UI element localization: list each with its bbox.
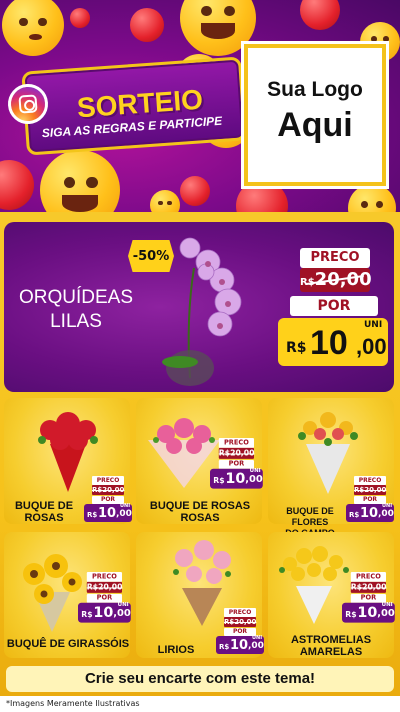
red-balloon-icon — [180, 176, 210, 206]
product-price: PRECO R$20,00 POR R$ 10,00 UNI — [210, 438, 263, 489]
hero-banner: SORTEIO SIGA AS REGRAS E PARTICIPE Sua L… — [0, 0, 400, 222]
old-price: R$20,00 — [300, 268, 372, 292]
price-label: PRECO — [300, 248, 370, 268]
logo-placeholder[interactable]: Sua Logo Aqui — [244, 44, 386, 186]
product-price: PRECO R$20,00 POR R$ 10,00 UNI — [78, 572, 131, 623]
product-price: PRECO R$20,00 POR R$ 10,00 UNI — [84, 476, 132, 522]
product-name: BUQUE DE ROSAS — [14, 500, 74, 524]
product-price: PRECO R$20,00 POR R$ 10,00 UNI — [342, 572, 395, 623]
product-name: BUQUE DE ROSAS ROSAS — [149, 500, 251, 524]
disclaimer-text: *Imagens Meramente Ilustrativas — [6, 699, 140, 708]
new-price: R$ 10 ,00 UNI — [278, 318, 388, 366]
logo-text-line2: Aqui — [277, 106, 353, 144]
product-name: BUQUÊ DE GIRASSÓIS — [6, 638, 130, 650]
create-flyer-button[interactable]: Crie seu encarte com este tema! — [6, 666, 394, 692]
product-name: ASTROMELIAS AMARELAS — [290, 634, 372, 658]
product-name: LIRIOS — [157, 644, 195, 656]
product-price: PRECO R$20,00 POR R$ 10,00 UNI — [346, 476, 394, 522]
product-price: PRECO R$20,00 POR R$ 10,00 UNI — [216, 608, 264, 654]
emoji-kiss-icon — [2, 0, 64, 56]
orchid-image — [162, 237, 242, 386]
red-balloon-icon — [70, 8, 90, 28]
por-label: POR — [290, 296, 378, 316]
red-balloon-icon — [130, 8, 164, 42]
featured-product-name: ORQUÍDEAS LILAS — [18, 287, 134, 332]
logo-text-line1: Sua Logo — [267, 78, 363, 101]
red-balloon-icon — [300, 0, 340, 30]
red-balloon-icon — [0, 160, 34, 210]
